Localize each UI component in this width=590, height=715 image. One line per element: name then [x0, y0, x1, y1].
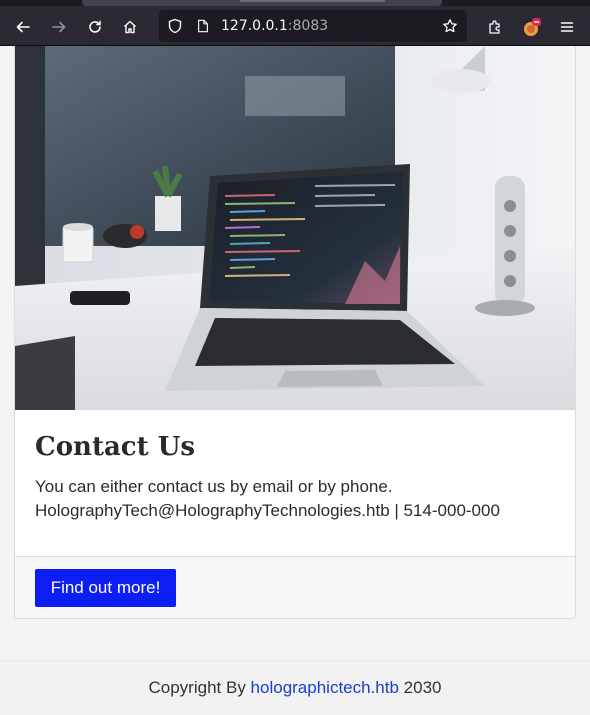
card-footer: Find out more! — [15, 556, 575, 618]
find-out-more-button[interactable]: Find out more! — [35, 569, 176, 607]
card-title: Contact Us — [35, 432, 195, 462]
copyright-prefix: Copyright By — [148, 678, 251, 697]
forward-icon — [52, 21, 66, 33]
url-port: :8083 — [287, 18, 329, 34]
reload-icon — [89, 20, 101, 33]
contact-details: HolographyTech@HolographyTechnologies.ht… — [35, 501, 500, 520]
profile-button[interactable] — [518, 14, 544, 40]
tab-indicator — [240, 0, 385, 2]
home-icon — [124, 20, 136, 34]
page-icon[interactable] — [196, 18, 210, 34]
menu-button[interactable] — [554, 14, 580, 40]
shield-icon[interactable] — [167, 18, 183, 34]
footer-site-link[interactable]: holographictech.htb — [251, 678, 399, 697]
home-button[interactable] — [117, 14, 143, 40]
back-button[interactable] — [10, 14, 36, 40]
menu-icon — [560, 22, 574, 32]
url-host: 127.0.0.1 — [221, 18, 288, 34]
url-text[interactable]: 127.0.0.1:8083 — [221, 18, 328, 34]
contact-card: Contact Us You can either contact us by … — [14, 46, 576, 619]
page-footer: Copyright By holographictech.htb 2030 — [0, 660, 590, 715]
copyright-suffix: 2030 — [398, 678, 442, 697]
hero-image — [15, 46, 575, 410]
profile-avatar-icon — [524, 18, 541, 36]
contact-description: You can either contact us by email or by… — [35, 477, 393, 496]
browser-toolbar: 127.0.0.1:8083 — [0, 6, 590, 46]
extensions-icon — [489, 20, 500, 34]
extensions-button[interactable] — [482, 14, 508, 40]
copyright-text: Copyright By holographictech.htb 2030 — [0, 678, 590, 698]
back-icon — [16, 21, 30, 33]
forward-button[interactable] — [46, 14, 72, 40]
card-text: You can either contact us by email or by… — [35, 475, 500, 523]
card-body: Contact Us You can either contact us by … — [15, 410, 575, 556]
url-bar[interactable]: 127.0.0.1:8083 — [159, 10, 467, 42]
reload-button[interactable] — [82, 14, 108, 40]
page-content: Contact Us You can either contact us by … — [0, 46, 590, 715]
laptop-desk-photo — [15, 46, 575, 410]
bookmark-star-icon[interactable] — [442, 18, 458, 34]
